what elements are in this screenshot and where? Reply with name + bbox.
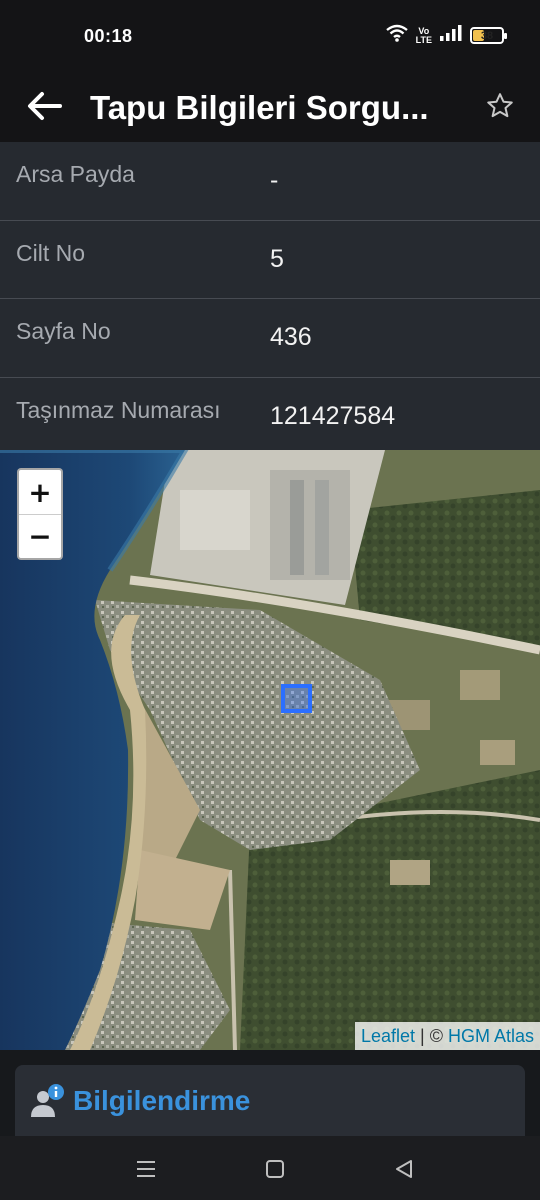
- satellite-map[interactable]: + − Leaflet | © HGM Atlas: [0, 450, 540, 1050]
- info-row-sayfa-no: Sayfa No 436: [0, 299, 540, 378]
- wifi-icon: [385, 24, 408, 47]
- info-value: -: [270, 166, 279, 194]
- status-time: 00:18: [84, 26, 133, 46]
- star-outline-icon: [487, 93, 513, 118]
- info-label: Sayfa No: [16, 318, 111, 344]
- user-info-icon: [31, 1084, 64, 1117]
- status-icons: Vo LTE 38: [385, 24, 507, 47]
- bottom-section: Bilgilendirme: [0, 1050, 540, 1145]
- info-label: Cilt No: [16, 239, 86, 266]
- app-bar: Tapu Bilgileri Sorgu...: [0, 70, 540, 142]
- home-button[interactable]: [260, 1154, 290, 1184]
- page-title: Tapu Bilgileri Sorgu...: [90, 89, 429, 126]
- favorite-button[interactable]: [480, 84, 520, 128]
- info-row-cilt-no: Cilt No 5: [0, 220, 540, 299]
- info-value: 121427584: [270, 401, 396, 430]
- status-bar: 00:18 Vo LTE 38: [0, 0, 540, 70]
- system-nav-bar: [0, 1136, 540, 1200]
- zoom-control: + −: [17, 468, 63, 560]
- card-title: Bilgilendirme: [73, 1085, 251, 1116]
- signal-icon: [440, 25, 462, 46]
- info-value: 5: [270, 244, 284, 273]
- info-value: 436: [270, 323, 312, 351]
- attribution-separator: | ©: [415, 1026, 448, 1046]
- hgm-atlas-link[interactable]: HGM Atlas: [448, 1026, 534, 1046]
- zoom-out-button[interactable]: −: [19, 514, 61, 558]
- leaflet-link[interactable]: Leaflet: [361, 1026, 415, 1046]
- info-label: Taşınmaz Numarası: [16, 396, 221, 423]
- back-triangle-icon: [396, 1160, 412, 1178]
- arrow-left-icon: [28, 92, 62, 120]
- info-row-arsa-payda: Arsa Payda -: [0, 142, 540, 221]
- parcel-highlight[interactable]: [281, 684, 312, 713]
- info-table: Arsa Payda - Cilt No 5 Sayfa No 436 Taşı…: [0, 142, 540, 456]
- recent-apps-button[interactable]: [131, 1154, 161, 1184]
- info-row-tasinmaz-numarasi: Taşınmaz Numarası 121427584: [0, 377, 540, 456]
- battery-icon: 38: [470, 27, 507, 44]
- home-square-icon: [266, 1160, 284, 1178]
- map-imagery: [0, 450, 540, 1050]
- back-button[interactable]: [22, 84, 66, 128]
- info-label: Arsa Payda: [16, 161, 135, 187]
- info-card[interactable]: Bilgilendirme: [15, 1065, 525, 1145]
- map-attribution: Leaflet | © HGM Atlas: [354, 1022, 540, 1050]
- volte-icon: Vo LTE: [415, 25, 432, 45]
- menu-icon: [137, 1161, 155, 1177]
- zoom-in-button[interactable]: +: [19, 470, 61, 514]
- system-back-button[interactable]: [389, 1154, 419, 1184]
